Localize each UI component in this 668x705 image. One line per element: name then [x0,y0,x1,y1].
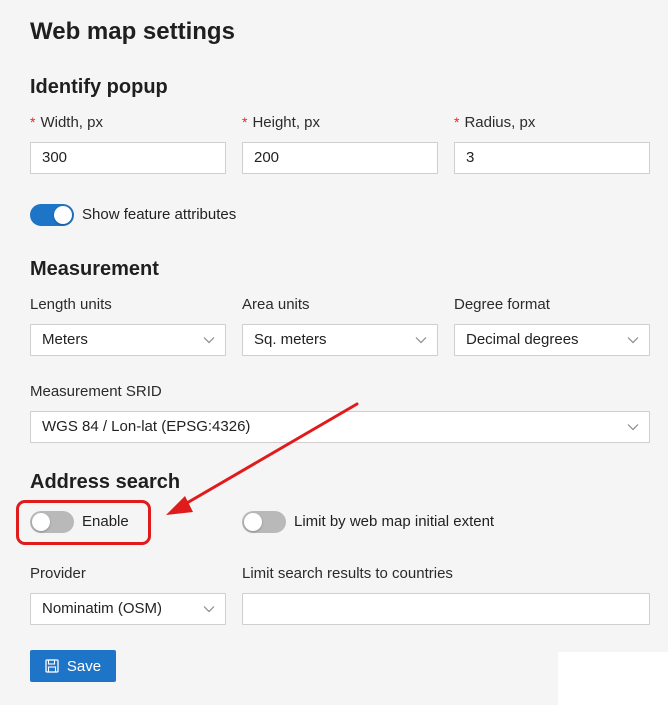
annotation-arrow [166,402,359,515]
